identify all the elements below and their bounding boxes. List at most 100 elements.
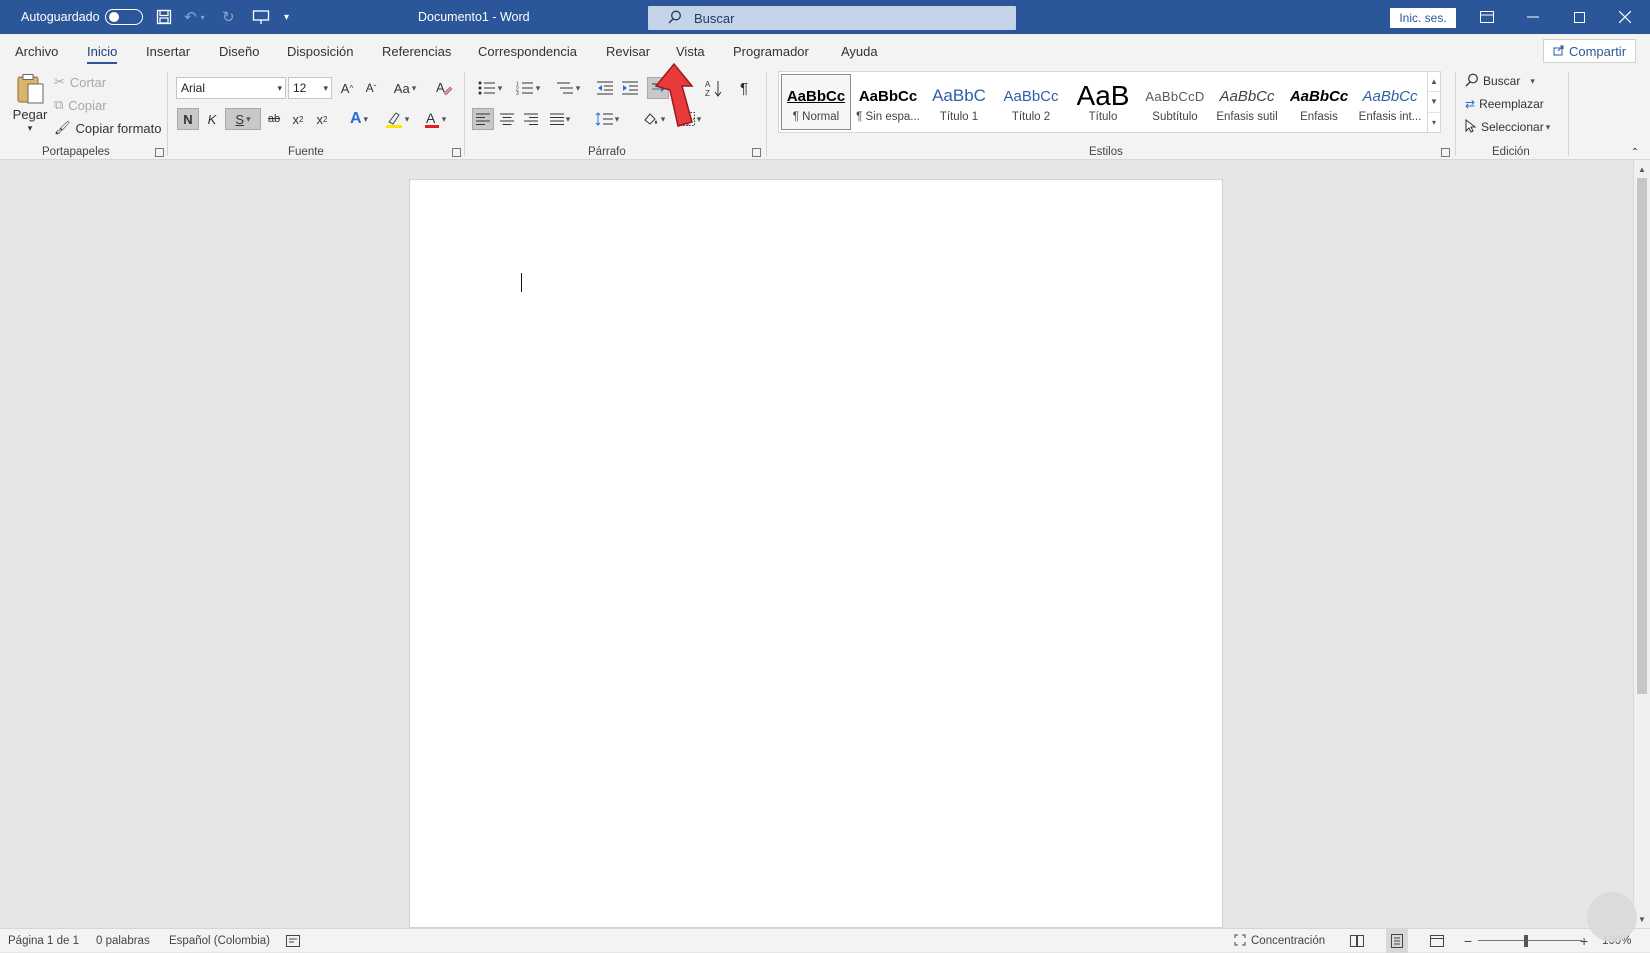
accessibility-icon[interactable]: [286, 929, 300, 953]
bullets-icon[interactable]: ▾: [474, 77, 506, 99]
styles-launcher-icon[interactable]: [1441, 148, 1450, 157]
font-name-select[interactable]: Arial ▾: [176, 77, 286, 99]
multilevel-list-icon[interactable]: ▾: [552, 77, 584, 99]
paste-button[interactable]: Pegar: [13, 106, 48, 122]
font-size-select[interactable]: 12 ▾: [288, 77, 332, 99]
tab-insertar[interactable]: Insertar: [146, 34, 190, 68]
align-center-icon[interactable]: [496, 108, 518, 130]
cursor-icon: [1465, 118, 1477, 136]
more-styles-icon[interactable]: ▾: [1428, 113, 1440, 132]
change-case-button[interactable]: Aa ▾: [389, 77, 421, 99]
replace-button[interactable]: ⇄ Reemplazar: [1465, 94, 1544, 114]
line-spacing-icon[interactable]: ▾: [590, 108, 624, 130]
print-layout-icon[interactable]: [1386, 929, 1408, 953]
maximize-icon[interactable]: [1556, 0, 1602, 34]
tab-ayuda[interactable]: Ayuda: [841, 34, 878, 68]
justify-icon[interactable]: ▾: [544, 108, 576, 130]
styles-group-label: Estilos: [1089, 146, 1123, 158]
zoom-out-icon[interactable]: −: [1464, 929, 1472, 953]
numbering-icon[interactable]: 1 2 3 ▾: [512, 77, 544, 99]
focus-icon: [1234, 934, 1246, 949]
minimize-icon[interactable]: [1510, 0, 1556, 34]
highlight-icon[interactable]: ▾: [380, 108, 414, 130]
zoom-slider-thumb[interactable]: [1524, 935, 1528, 947]
style-title[interactable]: AaB Título: [1068, 74, 1138, 130]
clear-format-icon[interactable]: A: [434, 77, 454, 99]
editing-group-label: Edición: [1492, 146, 1530, 158]
chevron-up-icon[interactable]: ▲: [1428, 72, 1440, 93]
zoom-in-icon[interactable]: +: [1580, 929, 1588, 953]
paste-dropdown-icon[interactable]: ▾: [24, 122, 36, 134]
tab-correspondencia[interactable]: Correspondencia: [478, 34, 577, 68]
align-right-icon[interactable]: [520, 108, 542, 130]
copy-button[interactable]: ⧉ Copiar: [54, 96, 107, 114]
shrink-font-icon[interactable]: Aˇ: [361, 77, 381, 99]
style-no-spacing[interactable]: AaBbCc ¶ Sin espa...: [853, 74, 923, 130]
search-box[interactable]: Buscar: [648, 6, 1016, 30]
paragraph-group-label: Párrafo: [588, 146, 626, 158]
select-button[interactable]: Seleccionar ▾: [1465, 117, 1550, 137]
underline-button[interactable]: S ▾: [225, 108, 261, 130]
tab-disposicion[interactable]: Disposición: [287, 34, 353, 68]
text-effects-icon[interactable]: A ▾: [344, 108, 374, 130]
format-painter-button[interactable]: 🖌 Copiar formato: [54, 119, 162, 137]
style-heading-2[interactable]: AaBbCc Título 2: [996, 74, 1066, 130]
status-bar: Página 1 de 1 0 palabras Español (Colomb…: [0, 928, 1650, 953]
grow-font-icon[interactable]: A ^: [337, 77, 357, 99]
strikethrough-button[interactable]: ab: [263, 108, 285, 130]
style-subtitle[interactable]: AaBbCcD Subtítulo: [1140, 74, 1210, 130]
read-mode-icon[interactable]: [1350, 929, 1364, 953]
focus-mode-button[interactable]: Concentración: [1234, 929, 1325, 953]
show-formatting-icon[interactable]: ¶: [733, 77, 755, 99]
page-count[interactable]: Página 1 de 1: [8, 929, 79, 953]
paragraph-launcher-icon[interactable]: [752, 148, 761, 157]
style-heading-1[interactable]: AaBbC Título 1: [924, 74, 994, 130]
tab-inicio[interactable]: Inicio: [87, 34, 118, 68]
style-emphasis[interactable]: AaBbCc Énfasis: [1284, 74, 1354, 130]
tab-programador[interactable]: Programador: [733, 34, 809, 68]
presentation-icon[interactable]: [252, 0, 270, 34]
align-left-icon[interactable]: [472, 108, 494, 130]
scissors-icon: ✂: [54, 74, 65, 89]
tab-referencias[interactable]: Referencias: [382, 34, 451, 68]
undo-icon[interactable]: ↶ ▾: [184, 0, 205, 34]
ribbon-display-icon[interactable]: [1464, 0, 1510, 34]
collapse-ribbon-icon[interactable]: ⌃: [1628, 146, 1642, 158]
replace-icon: ⇄: [1465, 97, 1476, 111]
font-color-icon[interactable]: A ▾: [418, 108, 452, 130]
decrease-indent-icon[interactable]: [594, 77, 616, 99]
clipboard-launcher-icon[interactable]: [155, 148, 164, 157]
tab-revisar[interactable]: Revisar: [606, 34, 650, 68]
autosave-toggle[interactable]: [105, 0, 143, 34]
style-normal[interactable]: AaBbCc ¶ Normal: [781, 74, 851, 130]
scroll-up-icon[interactable]: ▲: [1634, 162, 1650, 176]
zoom-slider[interactable]: [1478, 940, 1582, 941]
vertical-scrollbar[interactable]: ▲ ▼: [1633, 160, 1650, 928]
subscript-button[interactable]: x2: [287, 108, 309, 130]
save-icon[interactable]: [154, 0, 174, 34]
web-layout-icon[interactable]: [1430, 929, 1444, 953]
superscript-button[interactable]: x2: [311, 108, 333, 130]
tab-archivo[interactable]: Archivo: [15, 34, 58, 68]
word-count[interactable]: 0 palabras: [96, 929, 150, 953]
font-launcher-icon[interactable]: [452, 148, 461, 157]
scrollbar-thumb[interactable]: [1637, 178, 1647, 694]
increase-indent-icon[interactable]: [619, 77, 641, 99]
find-button[interactable]: Buscar ▾: [1465, 71, 1535, 91]
style-subtle-emphasis[interactable]: AaBbCc Énfasis sutil: [1212, 74, 1282, 130]
document-page[interactable]: [409, 179, 1223, 928]
tab-diseno[interactable]: Diseño: [219, 34, 259, 68]
style-intense-emphasis[interactable]: AaBbCc Énfasis int...: [1355, 74, 1425, 130]
share-button[interactable]: Compartir: [1543, 39, 1636, 63]
signin-button[interactable]: Inic. ses.: [1390, 8, 1456, 28]
bold-button[interactable]: N: [177, 108, 199, 130]
font-group-label: Fuente: [288, 146, 324, 158]
paste-icon[interactable]: [14, 72, 46, 106]
close-icon[interactable]: [1602, 0, 1648, 34]
customize-qat-icon[interactable]: ▾: [284, 0, 289, 34]
italic-button[interactable]: K: [201, 108, 223, 130]
redo-icon[interactable]: ↻: [222, 0, 235, 34]
language-status[interactable]: Español (Colombia): [169, 929, 270, 953]
chevron-down-icon[interactable]: ▼: [1428, 92, 1440, 113]
cut-button[interactable]: ✂ Cortar: [54, 73, 106, 91]
